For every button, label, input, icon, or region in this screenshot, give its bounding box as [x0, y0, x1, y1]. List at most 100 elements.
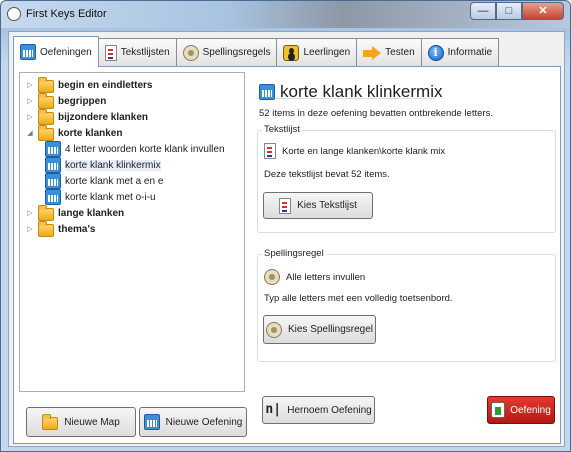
- expand-icon[interactable]: ▷: [25, 209, 35, 217]
- folder-icon: [42, 413, 59, 430]
- window-title: First Keys Editor: [26, 8, 107, 20]
- tree-folder-begrippen[interactable]: ▷ begrippen: [20, 92, 244, 109]
- spelling-group: Spellingsregel Alle letters invullen Typ…: [257, 248, 556, 362]
- app-window: First Keys Editor — □ ✕ Oefeningen Tekst…: [0, 0, 571, 452]
- rename-exercise-button[interactable]: n| Hernoem Oefening: [262, 396, 375, 424]
- new-folder-button[interactable]: Nieuwe Map: [26, 407, 136, 437]
- badge-icon: [182, 44, 199, 61]
- choose-spelling-label: Kies Spellingsregel: [287, 324, 374, 335]
- choose-textlist-button[interactable]: Kies Tekstlijst: [263, 192, 373, 219]
- tab-label: Testen: [385, 47, 415, 58]
- tree-exercise-4-letter-woorden[interactable]: 4 letter woorden korte klank invullen: [20, 141, 244, 157]
- tree-folder-begin-en-eindletters[interactable]: ▷ begin en eindletters: [20, 76, 244, 93]
- tab-label: Oefeningen: [40, 46, 92, 58]
- client-area: Oefeningen Tekstlijsten Spellingsregels …: [8, 31, 565, 447]
- rename-exercise-label: Hernoem Oefening: [287, 404, 372, 416]
- tree-item-label: korte klank met a en e: [65, 175, 164, 187]
- spelling-legend: Spellingsregel: [262, 248, 326, 259]
- exercise-icon: [45, 173, 61, 189]
- exercise-heading: korte klank klinkermix: [259, 82, 443, 102]
- tab-spellingsregels[interactable]: Spellingsregels: [175, 38, 278, 66]
- textlist-row: Korte en lange klanken\korte klank mix: [264, 143, 445, 159]
- tree-item-label: thema's: [58, 223, 96, 235]
- tree-exercise-a-en-e[interactable]: korte klank met a en e: [20, 173, 244, 189]
- new-folder-label: Nieuwe Map: [64, 416, 120, 428]
- document-icon: [104, 44, 117, 61]
- badge-icon: [264, 269, 280, 285]
- app-icon: [7, 7, 21, 21]
- exercise-description: 52 items in deze oefening bevatten ontbr…: [259, 108, 493, 119]
- choose-textlist-label: Kies Tekstlijst: [297, 200, 357, 211]
- new-exercise-label: Nieuwe Oefening: [165, 416, 243, 428]
- tab-tekstlijsten[interactable]: Tekstlijsten: [97, 38, 177, 66]
- folder-icon: [38, 76, 54, 93]
- tree-item-label: begrippen: [58, 95, 107, 107]
- tree-item-label: 4 letter woorden korte klank invullen: [65, 143, 225, 155]
- spelling-row: Alle letters invullen: [264, 269, 365, 285]
- badge-icon: [265, 321, 282, 338]
- tree-item-label: korte klank klinkermix: [65, 159, 161, 171]
- tree-folder-korte-klanken[interactable]: ◢ korte klanken: [20, 124, 244, 141]
- maximize-button[interactable]: □: [496, 2, 522, 20]
- close-button[interactable]: ✕: [522, 2, 564, 20]
- exercise-icon: [143, 414, 160, 430]
- tree-item-label: bijzondere klanken: [58, 111, 149, 123]
- window-controls: — □ ✕: [470, 2, 564, 20]
- document-icon: [279, 197, 292, 214]
- person-icon: [283, 44, 300, 61]
- rename-icon: n|: [265, 402, 282, 417]
- collapse-icon[interactable]: ◢: [25, 129, 35, 137]
- tree-folder-bijzondere-klanken[interactable]: ▷ bijzondere klanken: [20, 108, 244, 125]
- folder-icon: [38, 124, 54, 141]
- textlist-name: Korte en lange klanken\korte klank mix: [282, 145, 446, 157]
- title-bar[interactable]: First Keys Editor — □ ✕: [1, 1, 570, 28]
- folder-icon: [38, 92, 54, 109]
- tab-leerlingen[interactable]: Leerlingen: [276, 38, 358, 66]
- textlist-note: Deze tekstlijst bevat 52 items.: [264, 169, 390, 180]
- tab-informatie[interactable]: i Informatie: [420, 38, 500, 66]
- exercise-icon: [45, 141, 61, 157]
- tab-oefeningen[interactable]: Oefeningen: [13, 36, 99, 67]
- folder-icon: [38, 108, 54, 125]
- expand-icon[interactable]: ▷: [25, 81, 35, 89]
- grid-icon: [20, 44, 36, 60]
- oefeningen-page: ▷ begin en eindletters ▷ begrippen ▷ bij…: [13, 66, 561, 444]
- exercise-title: korte klank klinkermix: [280, 82, 443, 101]
- tree-folder-lange-klanken[interactable]: ▷ lange klanken: [20, 204, 244, 221]
- delete-exercise-button[interactable]: Oefening: [487, 396, 555, 424]
- tab-label: Spellingsregels: [202, 47, 271, 58]
- info-icon: i: [427, 44, 444, 61]
- exercise-icon: [259, 84, 275, 100]
- trash-icon: [491, 402, 506, 418]
- new-exercise-button[interactable]: Nieuwe Oefening: [139, 407, 247, 437]
- tree-item-label: lange klanken: [58, 207, 125, 219]
- tab-label: Leerlingen: [303, 47, 351, 58]
- document-icon: [264, 143, 276, 159]
- expand-icon[interactable]: ▷: [25, 225, 35, 233]
- delete-exercise-label: Oefening: [510, 404, 551, 416]
- tab-label: Informatie: [447, 47, 493, 58]
- tree-item-label: begin en eindletters: [58, 79, 153, 91]
- tree-exercise-o-i-u[interactable]: korte klank met o-i-u: [20, 189, 244, 205]
- arrow-icon: [363, 45, 382, 61]
- tree-folder-themas[interactable]: ▷ thema's: [20, 220, 244, 237]
- folder-icon: [38, 220, 54, 237]
- expand-icon[interactable]: ▷: [25, 97, 35, 105]
- tab-bar: Oefeningen Tekstlijsten Spellingsregels …: [13, 36, 500, 67]
- exercise-tree[interactable]: ▷ begin en eindletters ▷ begrippen ▷ bij…: [19, 72, 245, 392]
- minimize-button[interactable]: —: [470, 2, 496, 20]
- exercise-icon: [45, 157, 61, 173]
- textlist-legend: Tekstlijst: [262, 124, 302, 135]
- choose-spelling-button[interactable]: Kies Spellingsregel: [263, 315, 376, 344]
- exercise-icon: [45, 189, 61, 205]
- tree-item-label: korte klank met o-i-u: [65, 191, 156, 203]
- textlist-group: Tekstlijst Korte en lange klanken\korte …: [257, 124, 556, 233]
- expand-icon[interactable]: ▷: [25, 113, 35, 121]
- exercise-detail: korte klank klinkermix 52 items in deze …: [255, 72, 557, 440]
- tab-testen[interactable]: Testen: [356, 38, 422, 66]
- tree-item-label: korte klanken: [58, 127, 123, 139]
- folder-icon: [38, 204, 54, 221]
- spelling-name: Alle letters invullen: [286, 271, 366, 283]
- tree-exercise-klinkermix[interactable]: korte klank klinkermix: [20, 157, 244, 173]
- tab-label: Tekstlijsten: [120, 47, 170, 58]
